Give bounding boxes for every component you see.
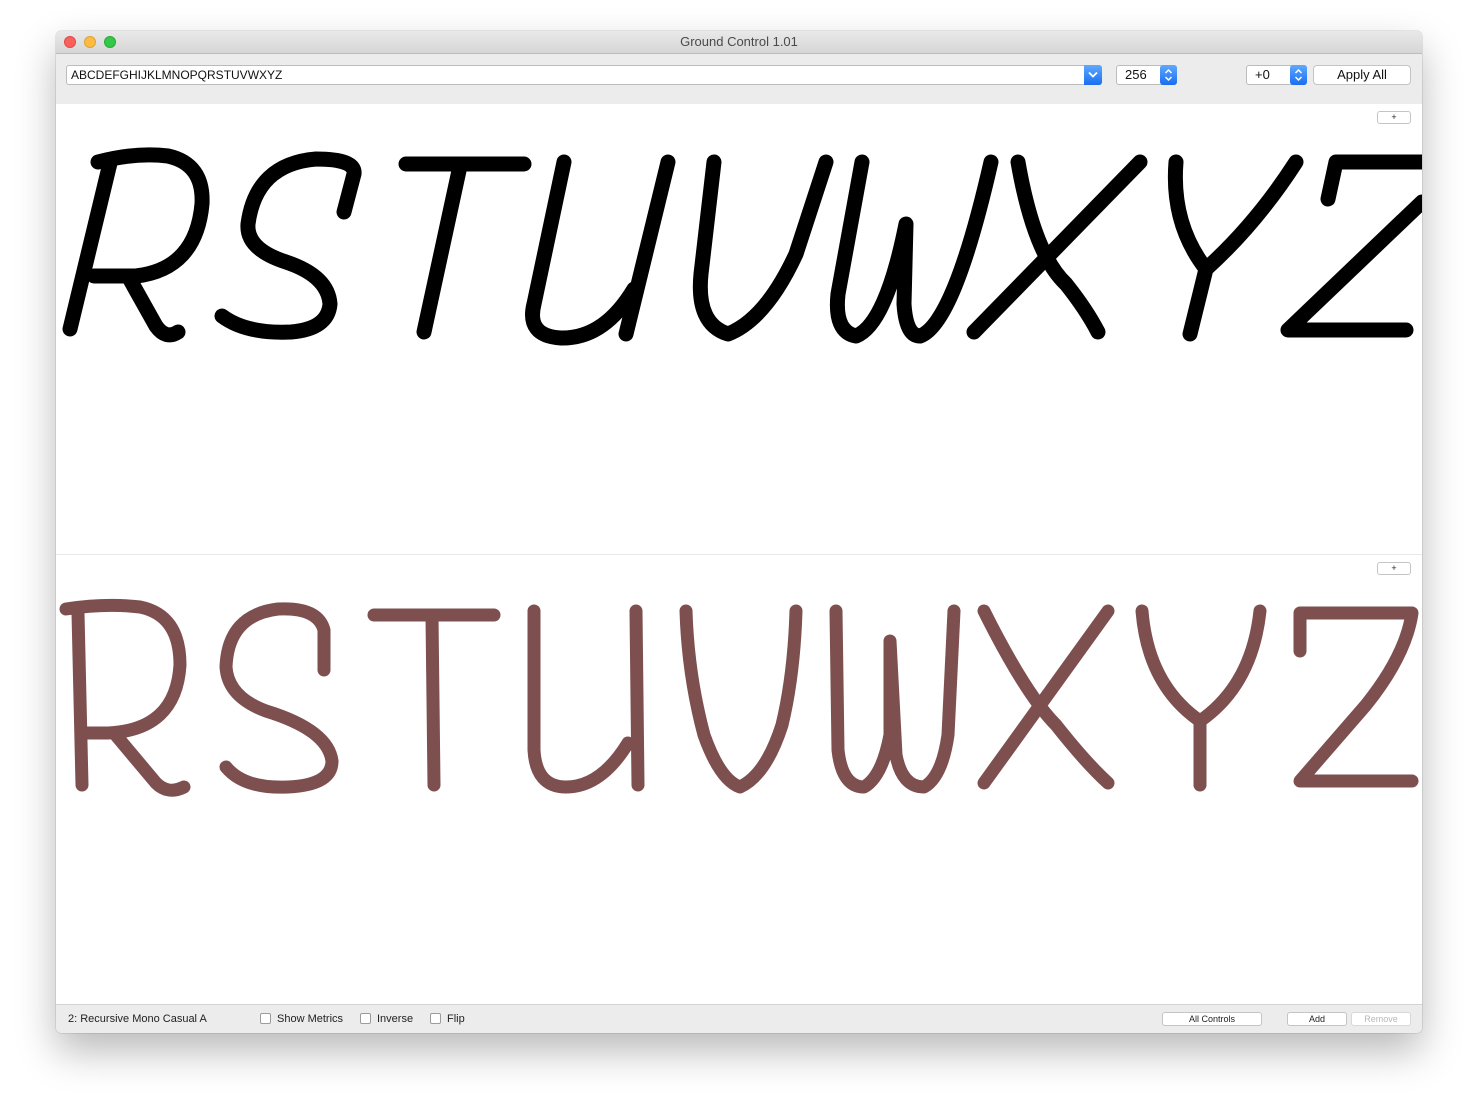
sample-text-combobox[interactable]: ABCDEFGHIJKLMNOPQRSTUVWXYZ — [66, 65, 1102, 85]
glyph-run-upright — [59, 598, 1419, 797]
glyph-S — [214, 151, 362, 340]
glyph-R — [59, 598, 191, 797]
all-controls-button[interactable]: All Controls — [1162, 1012, 1262, 1026]
preview-panel-1: + — [56, 104, 1422, 554]
glyph-T — [367, 608, 501, 792]
offset-stepper[interactable] — [1290, 65, 1307, 85]
font-size-stepper[interactable] — [1160, 65, 1177, 85]
app-window: Ground Control 1.01 ABCDEFGHIJKLMNOPQRST… — [56, 31, 1422, 1033]
stepper-arrows-icon — [1164, 68, 1173, 82]
glyph-preview-2 — [59, 598, 1419, 797]
font-name-label: 2: Recursive Mono Casual A — [68, 1013, 207, 1025]
inverse-checkbox[interactable]: Inverse — [360, 1013, 413, 1025]
apply-all-button[interactable]: Apply All — [1313, 65, 1411, 85]
glyph-W — [829, 604, 961, 794]
toolbar: ABCDEFGHIJKLMNOPQRSTUVWXYZ 256 +0 Apply … — [56, 54, 1422, 104]
offset-field[interactable]: +0 — [1246, 65, 1307, 85]
show-metrics-label: Show Metrics — [277, 1013, 344, 1025]
glyph-X — [977, 604, 1115, 790]
window-title: Ground Control 1.01 — [680, 34, 798, 49]
glyph-Y — [1135, 604, 1267, 792]
checkbox-unchecked-icon[interactable] — [360, 1013, 371, 1024]
chevron-down-icon — [1088, 71, 1098, 78]
glyph-Z — [1280, 154, 1422, 338]
glyph-V — [692, 154, 834, 342]
glyph-U — [527, 604, 645, 794]
remove-button: Remove — [1351, 1012, 1411, 1026]
show-metrics-checkbox[interactable]: Show Metrics — [260, 1013, 343, 1025]
glyph-W — [829, 154, 999, 344]
offset-value[interactable]: +0 — [1255, 66, 1270, 84]
stepper-arrows-icon — [1294, 68, 1303, 82]
glyph-Z — [1293, 606, 1419, 788]
font-size-field[interactable]: 256 — [1116, 65, 1177, 85]
glyph-R — [62, 147, 210, 343]
glyph-preview-1 — [62, 147, 1422, 346]
font-size-value[interactable]: 256 — [1125, 66, 1147, 84]
glyph-V — [679, 604, 803, 794]
glyph-run-italic — [62, 147, 1422, 346]
sample-text-dropdown-button[interactable] — [1084, 65, 1102, 85]
sample-text-value[interactable]: ABCDEFGHIJKLMNOPQRSTUVWXYZ — [71, 66, 282, 84]
flip-label: Flip — [447, 1013, 465, 1025]
checkbox-unchecked-icon[interactable] — [430, 1013, 441, 1024]
close-window-button[interactable] — [64, 36, 76, 48]
glyph-X — [966, 154, 1148, 340]
zoom-window-button[interactable] — [104, 36, 116, 48]
add-style-button-2[interactable]: + — [1377, 562, 1411, 575]
flip-checkbox[interactable]: Flip — [430, 1013, 465, 1025]
status-bar: 2: Recursive Mono Casual A Show Metrics … — [56, 1004, 1422, 1033]
inverse-label: Inverse — [377, 1013, 414, 1025]
glyph-S — [219, 602, 339, 794]
glyph-U — [525, 154, 676, 346]
add-style-button-1[interactable]: + — [1377, 111, 1411, 124]
minimize-window-button[interactable] — [84, 36, 96, 48]
add-button[interactable]: Add — [1287, 1012, 1347, 1026]
glyph-T — [398, 156, 532, 340]
checkbox-unchecked-icon[interactable] — [260, 1013, 271, 1024]
glyph-Y — [1167, 154, 1304, 342]
title-bar[interactable]: Ground Control 1.01 — [56, 31, 1422, 54]
preview-panel-2: + — [56, 555, 1422, 1005]
